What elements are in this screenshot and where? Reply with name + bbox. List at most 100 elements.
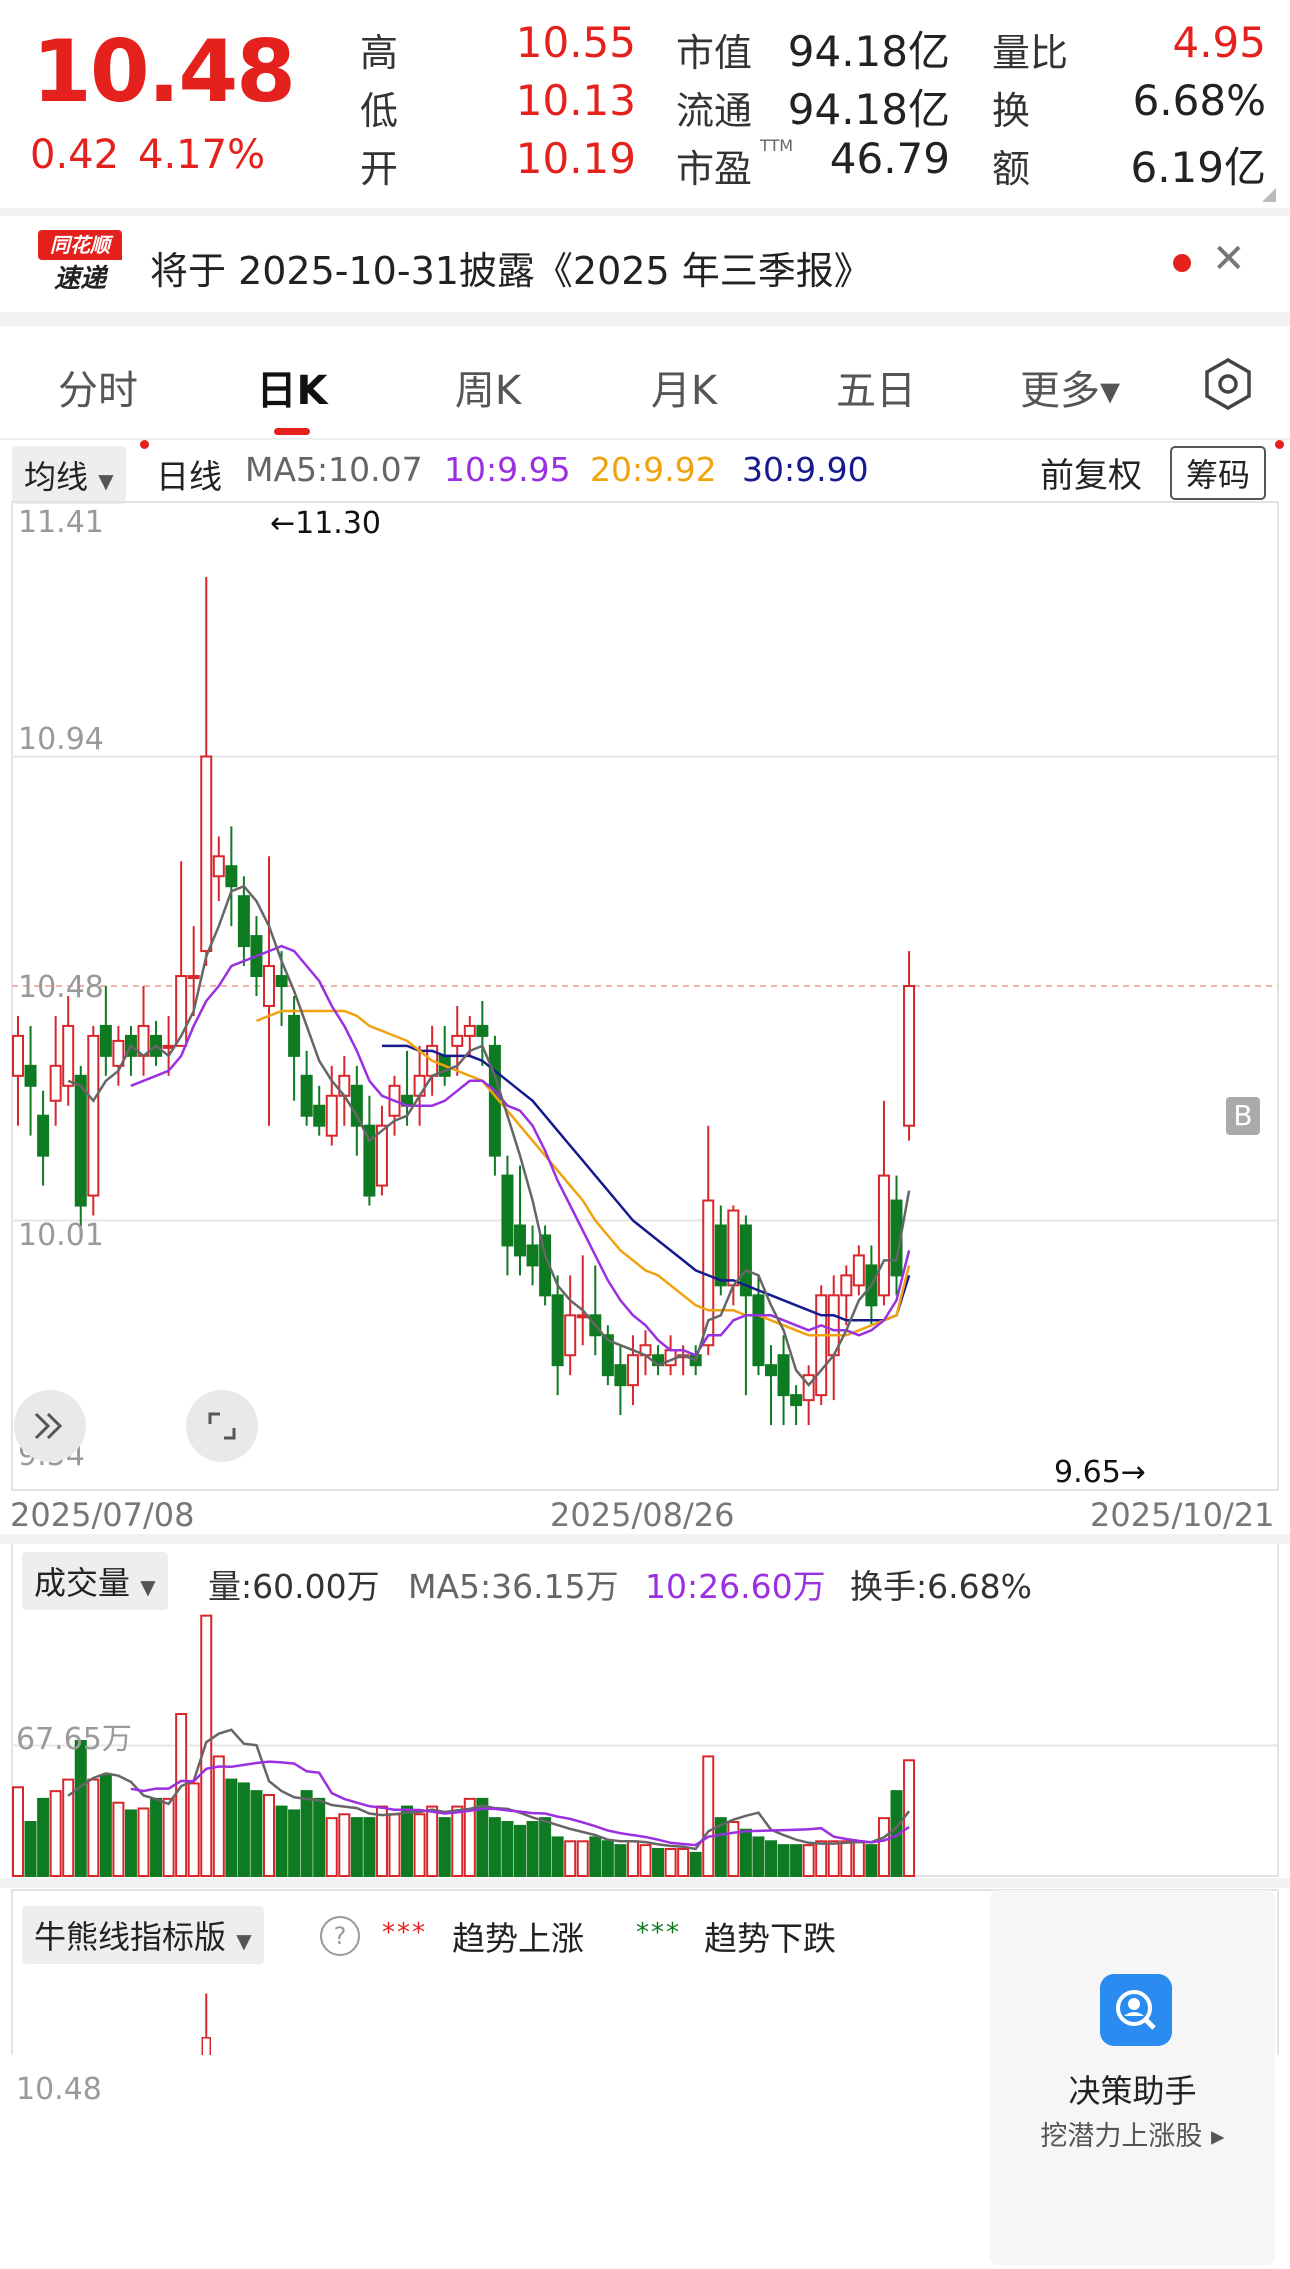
chips-button[interactable]: 筹码 bbox=[1170, 446, 1267, 500]
price-change: 0.42 bbox=[30, 132, 120, 178]
unread-dot-icon bbox=[1173, 254, 1191, 272]
legend-trend-up: 趋势上涨 bbox=[452, 1919, 584, 1958]
candle-body bbox=[501, 1174, 514, 1247]
volume-bar bbox=[74, 1740, 87, 1877]
candle-body bbox=[350, 1084, 363, 1127]
candle-body bbox=[463, 1024, 476, 1037]
volume-bar bbox=[501, 1821, 514, 1877]
volume-bar bbox=[401, 1805, 414, 1877]
candle-body bbox=[74, 1074, 87, 1207]
candle-body bbox=[413, 1074, 426, 1097]
magnifier-icon bbox=[1100, 1974, 1172, 2046]
stat-label: 量比 bbox=[992, 31, 1069, 75]
divider bbox=[0, 312, 1290, 326]
volume-bar bbox=[49, 1790, 62, 1877]
stat-value: 6.68% bbox=[1132, 76, 1266, 125]
help-icon[interactable]: ? bbox=[320, 1916, 360, 1956]
stat-label: 市值 bbox=[676, 31, 753, 75]
buy-signal-marker[interactable]: B bbox=[1226, 1097, 1260, 1135]
volume-bar bbox=[263, 1794, 275, 1877]
expand-left-button[interactable] bbox=[14, 1390, 86, 1462]
volume-bar bbox=[275, 1805, 288, 1877]
candle-body bbox=[325, 1094, 338, 1137]
volume-bar bbox=[225, 1778, 238, 1877]
dropdown-arrow-icon: ▼ bbox=[236, 1929, 252, 1953]
tab-0[interactable]: 分时 bbox=[8, 358, 188, 416]
candle-body bbox=[614, 1364, 627, 1387]
candle-body bbox=[526, 1244, 539, 1267]
notice-bar[interactable]: 同花顺 速递 将于 2025-10-31披露《2025 年三季报》 ✕ bbox=[0, 216, 1290, 312]
candle-body bbox=[37, 1114, 50, 1157]
divider bbox=[0, 1878, 1290, 1888]
last-price: 10.48 bbox=[32, 22, 296, 122]
candle-body bbox=[852, 1254, 865, 1287]
ma5-value: MA5:10.07 bbox=[245, 450, 423, 489]
y-tick: 10.01 bbox=[18, 1218, 104, 1253]
ttm-superscript: TTM bbox=[760, 136, 794, 155]
adjust-button[interactable]: 前复权 bbox=[1040, 448, 1142, 497]
volume-bar bbox=[363, 1817, 376, 1877]
volume-bar bbox=[614, 1844, 627, 1877]
volume-bar bbox=[677, 1848, 690, 1877]
date-label: 2025/08/26 bbox=[550, 1496, 735, 1534]
ma20-value: 20:9.92 bbox=[590, 450, 717, 489]
candle-body bbox=[87, 1034, 100, 1197]
trend-down-dots-icon: *** bbox=[636, 1918, 681, 1948]
volume-bar bbox=[765, 1840, 777, 1878]
helper-title: 决策助手 bbox=[1068, 2072, 1197, 2110]
candle-body bbox=[137, 1024, 150, 1057]
volume-bar bbox=[840, 1840, 853, 1878]
volume-bar bbox=[37, 1797, 50, 1878]
dot-icon bbox=[140, 440, 149, 449]
volume-selector[interactable]: 成交量 ▼ bbox=[22, 1552, 168, 1610]
candle-body bbox=[200, 755, 213, 953]
volume-bar bbox=[727, 1821, 740, 1877]
volume-bar bbox=[877, 1817, 890, 1877]
candle-body bbox=[24, 1064, 37, 1087]
tab-3[interactable]: 月K bbox=[594, 358, 774, 416]
volume-bar bbox=[739, 1828, 752, 1877]
candle-body bbox=[275, 975, 288, 988]
tab-1[interactable]: 日K bbox=[202, 358, 382, 416]
candle-body bbox=[765, 1364, 777, 1377]
decision-helper-card[interactable]: 决策助手 挖潜力上涨股 ▸ bbox=[990, 1890, 1275, 2265]
volume-bar bbox=[539, 1817, 552, 1877]
volume-bar bbox=[338, 1813, 351, 1878]
volume-value: 量:60.00万 bbox=[208, 1567, 380, 1606]
ma10-value: 10:9.95 bbox=[444, 450, 571, 489]
stat-value: 10.55 bbox=[515, 18, 636, 67]
volume-bar bbox=[124, 1809, 137, 1878]
candle-body bbox=[288, 1014, 301, 1057]
price-change-pct: 4.17% bbox=[138, 132, 266, 178]
dot-icon bbox=[1275, 440, 1284, 449]
volume-bar bbox=[350, 1817, 363, 1877]
date-label: 2025/07/08 bbox=[10, 1496, 195, 1534]
candle-body bbox=[514, 1224, 526, 1257]
max-price-label: ←11.30 bbox=[270, 506, 382, 541]
close-icon[interactable]: ✕ bbox=[1212, 236, 1246, 282]
volume-bar bbox=[288, 1809, 301, 1878]
volume-bar bbox=[175, 1713, 188, 1877]
volume-bar bbox=[488, 1817, 501, 1877]
indicator-y-tick: 10.48 bbox=[16, 2072, 102, 2107]
tab-4[interactable]: 五日 bbox=[786, 358, 966, 416]
volume-bar bbox=[702, 1755, 715, 1878]
stat-label: 市盈 bbox=[676, 147, 753, 191]
volume-bar bbox=[865, 1844, 878, 1877]
tab-2[interactable]: 周K bbox=[398, 358, 578, 416]
settings-hexagon-icon[interactable] bbox=[1198, 354, 1258, 414]
indicator-selector[interactable]: 牛熊线指标版 ▼ bbox=[22, 1906, 264, 1964]
volume-bar bbox=[777, 1844, 790, 1877]
candle-body bbox=[451, 1034, 464, 1047]
stat-value: 4.95 bbox=[1172, 18, 1266, 67]
tab-5[interactable]: 更多▾ bbox=[980, 358, 1160, 416]
volume-bar bbox=[237, 1782, 250, 1878]
ma10-line bbox=[130, 944, 911, 1357]
volume-bar bbox=[903, 1759, 916, 1878]
volume-bar bbox=[802, 1844, 815, 1877]
fullscreen-button[interactable] bbox=[186, 1390, 258, 1462]
candle-body bbox=[752, 1294, 765, 1367]
volume-y-tick: 67.65万 bbox=[16, 1722, 132, 1757]
volume-bar bbox=[576, 1840, 589, 1878]
candle-body bbox=[802, 1374, 815, 1402]
